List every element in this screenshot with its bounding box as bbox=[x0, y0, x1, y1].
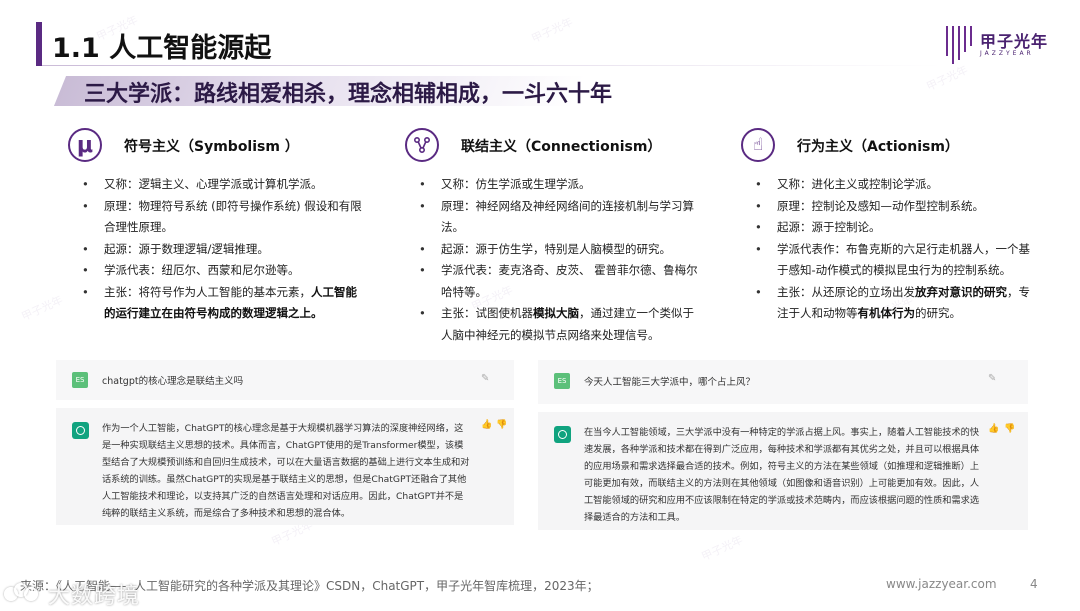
list-item: 学派代表作：布鲁克斯的六足行走机器人，一个基于感知-动作模式的模拟昆虫行为的控制… bbox=[755, 239, 1041, 282]
title-accent-bar bbox=[36, 22, 42, 66]
list-item: 起源：源于控制论。 bbox=[755, 217, 1041, 239]
watermark-text: 甲子光年 bbox=[699, 533, 745, 564]
bullet-list: 又称：逻辑主义、心理学派或计算机学派。 原理：物理符号系统 (即符号操作系统) … bbox=[82, 174, 368, 325]
brand-name: 大数跨境 bbox=[48, 584, 141, 609]
hand-pointer-icon: ☝ bbox=[741, 128, 775, 162]
logo-name: 甲子光年 bbox=[980, 32, 1049, 51]
list-item: 主张：从还原论的立场出发放弃对意识的研究，专注于人和动物等有机体行为的研究。 bbox=[755, 282, 1041, 325]
answer-text: 作为一个人工智能，ChatGPT的核心理念是基于大规模机器学习算法的深度神经网络… bbox=[102, 423, 470, 519]
chat-panel-1: ES chatgpt的核心理念是联结主义吗 ✎ 作为一个人工智能，ChatGPT… bbox=[56, 360, 514, 525]
list-item: 主张：试图使机器模拟大脑，通过建立一个类似于人脑中神经元的模拟节点网络来处理信号… bbox=[419, 303, 705, 346]
question-row: ES 今天人工智能三大学派中，哪个占上风？ ✎ bbox=[538, 360, 1028, 404]
question-text: chatgpt的核心理念是联结主义吗 bbox=[102, 376, 244, 387]
brand-rings-icon bbox=[4, 581, 42, 607]
edit-icon[interactable]: ✎ bbox=[988, 373, 1000, 385]
answer-row: 在当今人工智能领域，三大学派中没有一种特定的学派占据上风。事实上，随着人工智能技… bbox=[538, 412, 1028, 530]
column-actionism: ☝ 行为主义（Actionism） 又称：进化主义或控制论学派。 原理：控制论及… bbox=[741, 128, 1041, 325]
column-symbolism: μ 符号主义（Symbolism ） 又称：逻辑主义、心理学派或计算机学派。 原… bbox=[68, 128, 368, 325]
answer-row: 作为一个人工智能，ChatGPT的核心理念是基于大规模机器学习算法的深度神经网络… bbox=[56, 408, 514, 525]
edit-icon[interactable]: ✎ bbox=[481, 373, 493, 385]
logo-subtitle: JAZZYEAR bbox=[980, 50, 1034, 57]
answer-text: 在当今人工智能领域，三大学派中没有一种特定的学派占据上风。事实上，随着人工智能技… bbox=[584, 427, 980, 523]
question-text: 今天人工智能三大学派中，哪个占上风？ bbox=[584, 377, 756, 388]
list-item: 原理：神经网络及神经网络间的连接机制与学习算法。 bbox=[419, 196, 705, 239]
list-item: 学派代表：纽厄尔、西蒙和尼尔逊等。 bbox=[82, 260, 368, 282]
bullet-list: 又称：仿生学派或生理学派。 原理：神经网络及神经网络间的连接机制与学习算法。 起… bbox=[419, 174, 705, 346]
title-divider bbox=[42, 65, 942, 66]
thumbs-up-icon[interactable]: 👍 bbox=[988, 424, 999, 434]
list-item: 又称：逻辑主义、心理学派或计算机学派。 bbox=[82, 174, 368, 196]
column-title: 符号主义（Symbolism ） bbox=[124, 139, 299, 155]
list-item: 主张：将符号作为人工智能的基本元素，人工智能的运行建立在由符号构成的数理逻辑之上… bbox=[82, 282, 368, 325]
thumbs-up-icon[interactable]: 👍 bbox=[481, 420, 492, 430]
column-title: 联结主义（Connectionism） bbox=[461, 139, 662, 155]
question-row: ES chatgpt的核心理念是联结主义吗 ✎ bbox=[56, 360, 514, 400]
logo-bars-icon bbox=[946, 24, 972, 64]
bullet-list: 又称：进化主义或控制论学派。 原理：控制论及感知—动作型控制系统。 起源：源于控… bbox=[755, 174, 1041, 325]
brand-watermark: 大数跨境 bbox=[4, 578, 140, 610]
page-title: 1.1 人工智能源起 bbox=[52, 33, 272, 64]
thumbs-down-icon[interactable]: 👎 bbox=[1004, 424, 1015, 434]
network-node-icon bbox=[405, 128, 439, 162]
column-title: 行为主义（Actionism） bbox=[797, 139, 959, 155]
list-item: 起源：源于数理逻辑/逻辑推理。 bbox=[82, 239, 368, 261]
page-number: 4 bbox=[1030, 577, 1038, 591]
watermark-text: 甲子光年 bbox=[924, 63, 970, 94]
chatgpt-icon bbox=[72, 422, 89, 439]
chatgpt-icon bbox=[554, 426, 571, 443]
list-item: 原理：控制论及感知—动作型控制系统。 bbox=[755, 196, 1041, 218]
watermark-text: 甲子光年 bbox=[19, 293, 65, 324]
mu-symbol-icon: μ bbox=[68, 128, 102, 162]
list-item: 又称：仿生学派或生理学派。 bbox=[419, 174, 705, 196]
column-connectionism: 联结主义（Connectionism） 又称：仿生学派或生理学派。 原理：神经网… bbox=[405, 128, 705, 346]
website-url[interactable]: www.jazzyear.com bbox=[886, 577, 997, 591]
watermark-text: 甲子光年 bbox=[529, 15, 575, 46]
network-node-icon-svg bbox=[413, 136, 431, 154]
subtitle: 三大学派：路线相爱相杀，理念相辅相成，一斗六十年 bbox=[84, 82, 613, 107]
list-item: 原理：物理符号系统 (即符号操作系统) 假设和有限合理性原理。 bbox=[82, 196, 368, 239]
list-item: 又称：进化主义或控制论学派。 bbox=[755, 174, 1041, 196]
user-avatar: ES bbox=[72, 372, 88, 388]
list-item: 起源：源于仿生学，特别是人脑模型的研究。 bbox=[419, 239, 705, 261]
thumbs-down-icon[interactable]: 👎 bbox=[496, 420, 507, 430]
user-avatar: ES bbox=[554, 373, 570, 389]
list-item: 学派代表：麦克洛奇、皮茨、 霍普菲尔德、鲁梅尔哈特等。 bbox=[419, 260, 705, 303]
chat-panel-2: ES 今天人工智能三大学派中，哪个占上风？ ✎ 在当今人工智能领域，三大学派中没… bbox=[538, 360, 1028, 535]
